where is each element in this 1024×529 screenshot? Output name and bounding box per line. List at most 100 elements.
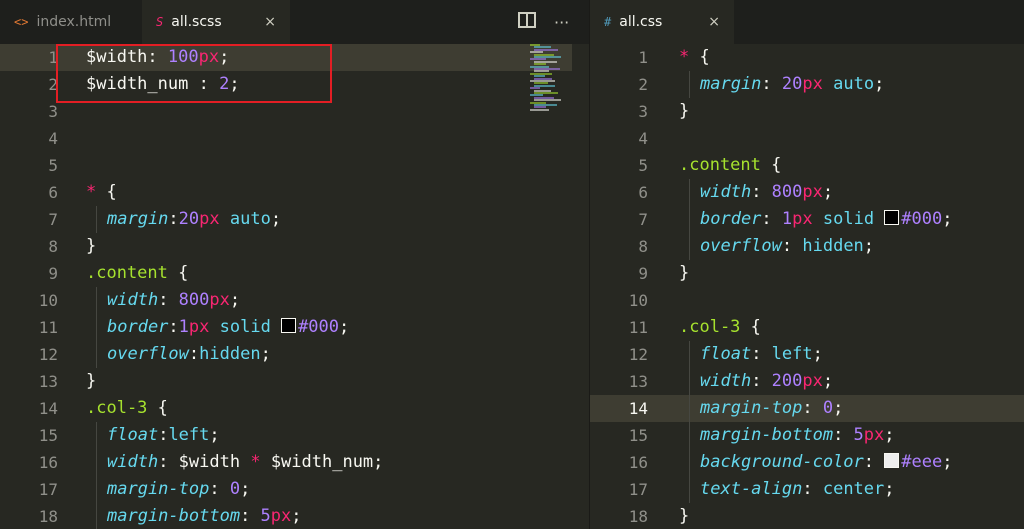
code-line[interactable]: 16 width: $width * $width_num;	[0, 449, 572, 476]
tab-all-css[interactable]: # all.css ×	[590, 0, 734, 44]
html-file-icon: <>	[14, 15, 29, 29]
code-text: border:1px solid #000;	[107, 314, 349, 341]
code-line[interactable]: 18 margin-bottom: 5px;	[0, 503, 572, 529]
line-number: 3	[48, 102, 58, 121]
more-actions-icon[interactable]: ···	[554, 13, 569, 32]
code-token: px	[863, 425, 885, 445]
code-token: ;	[260, 344, 271, 364]
code-line[interactable]: 12 overflow:hidden;	[0, 341, 572, 368]
scss-editor[interactable]: 1 $width: 100px; 2 $width_num : 2; 3 4 5 6 * {7 m…	[0, 44, 572, 529]
code-token: 20	[178, 209, 200, 229]
code-text: }	[679, 503, 689, 529]
code-token: :	[802, 398, 823, 418]
tab-all-scss[interactable]: S all.scss ×	[142, 0, 290, 44]
code-line[interactable]: 13}	[0, 368, 572, 395]
line-number: 1	[638, 48, 648, 67]
css-file-icon: #	[604, 15, 612, 29]
code-line[interactable]: 7 margin:20px auto;	[0, 206, 572, 233]
code-line[interactable]: 4	[0, 125, 572, 152]
code-token: .content	[86, 263, 168, 283]
code-token: margin-top	[700, 398, 803, 418]
line-number: 7	[48, 210, 58, 229]
left-tab-bar: <> index.html S all.scss ×	[0, 0, 590, 44]
code-token: 800	[771, 182, 803, 202]
code-token: width	[107, 452, 159, 472]
code-text: float: left;	[700, 341, 823, 368]
code-line[interactable]: 10 width: 800px;	[0, 287, 572, 314]
code-line[interactable]: 10	[590, 287, 1024, 314]
code-text: .col-3 {	[86, 395, 168, 422]
code-token: auto	[822, 74, 875, 94]
code-line[interactable]: 3}	[590, 98, 1024, 125]
code-line[interactable]: 12 float: left;	[590, 341, 1024, 368]
css-editor[interactable]: 1 * {2 margin: 20px auto; 3} 4 5 .content {6 wi…	[590, 44, 1024, 529]
code-line[interactable]: 9}	[590, 260, 1024, 287]
code-token: $width_num	[270, 452, 374, 472]
line-number: 14	[38, 399, 58, 418]
code-token: ;	[874, 74, 885, 94]
code-token: }	[679, 263, 690, 283]
line-number: 11	[628, 318, 648, 337]
code-line[interactable]: 6 width: 800px;	[590, 179, 1024, 206]
code-token: border	[700, 209, 762, 229]
code-token: #eee	[901, 452, 943, 472]
code-line[interactable]: 9 .content {	[0, 260, 572, 287]
code-token: hidden	[802, 236, 864, 256]
code-token: }	[86, 371, 97, 391]
code-token: solid	[812, 209, 885, 229]
color-swatch	[884, 453, 900, 468]
code-token: solid	[209, 317, 282, 337]
line-number: 9	[48, 264, 58, 283]
code-line[interactable]: 8 overflow: hidden;	[590, 233, 1024, 260]
code-line[interactable]: 18}	[590, 503, 1024, 529]
code-line[interactable]: 14 margin-top: 0;	[590, 395, 1024, 422]
code-token: background-color	[700, 452, 864, 472]
line-number: 18	[38, 507, 58, 526]
code-line[interactable]: 5 .content {	[590, 152, 1024, 179]
code-line[interactable]: 2 margin: 20px auto;	[590, 71, 1024, 98]
code-line[interactable]: 11 border:1px solid #000;	[0, 314, 572, 341]
code-token: float	[700, 344, 752, 364]
code-line[interactable]: 17 margin-top: 0;	[0, 476, 572, 503]
code-token: 800	[178, 290, 210, 310]
code-text: border: 1px solid #000;	[700, 206, 953, 233]
code-line[interactable]: 13 width: 200px;	[590, 368, 1024, 395]
code-line[interactable]: 7 border: 1px solid #000;	[590, 206, 1024, 233]
close-icon[interactable]: ×	[708, 14, 720, 30]
code-line[interactable]: 17 text-align: center;	[590, 476, 1024, 503]
code-token: :	[168, 209, 179, 229]
code-line[interactable]: 15 float:left;	[0, 422, 572, 449]
code-line[interactable]: 5	[0, 152, 572, 179]
close-icon[interactable]: ×	[264, 14, 276, 30]
code-line[interactable]: 1 * {	[590, 44, 1024, 71]
code-token: ;	[884, 479, 895, 499]
code-line[interactable]: 16 background-color: #eee;	[590, 449, 1024, 476]
code-text: margin: 20px auto;	[700, 71, 884, 98]
code-token: :	[802, 479, 823, 499]
code-text: text-align: center;	[700, 476, 895, 503]
code-line[interactable]: 15 margin-bottom: 5px;	[590, 422, 1024, 449]
indent-guide	[96, 422, 97, 529]
line-number: 5	[638, 156, 648, 175]
split-editor-icon[interactable]	[518, 12, 536, 32]
code-line[interactable]: 8}	[0, 233, 572, 260]
line-number: 3	[638, 102, 648, 121]
tab-index-html[interactable]: <> index.html	[0, 0, 142, 44]
line-number: 13	[628, 372, 648, 391]
code-line[interactable]: 11 .col-3 {	[590, 314, 1024, 341]
code-line[interactable]: 4	[590, 125, 1024, 152]
code-line[interactable]: 14 .col-3 {	[0, 395, 572, 422]
line-number: 12	[38, 345, 58, 364]
code-token: :	[751, 371, 772, 391]
indent-guide	[689, 71, 690, 98]
line-number: 9	[638, 264, 648, 283]
tab-label: index.html	[36, 14, 112, 30]
minimap[interactable]	[530, 44, 570, 114]
code-text: overflow: hidden;	[700, 233, 874, 260]
code-line[interactable]: 6 * {	[0, 179, 572, 206]
code-token: ;	[942, 209, 953, 229]
line-number: 15	[38, 426, 58, 445]
line-number: 16	[628, 453, 648, 472]
line-number: 4	[48, 129, 58, 148]
code-token: {	[147, 398, 168, 418]
